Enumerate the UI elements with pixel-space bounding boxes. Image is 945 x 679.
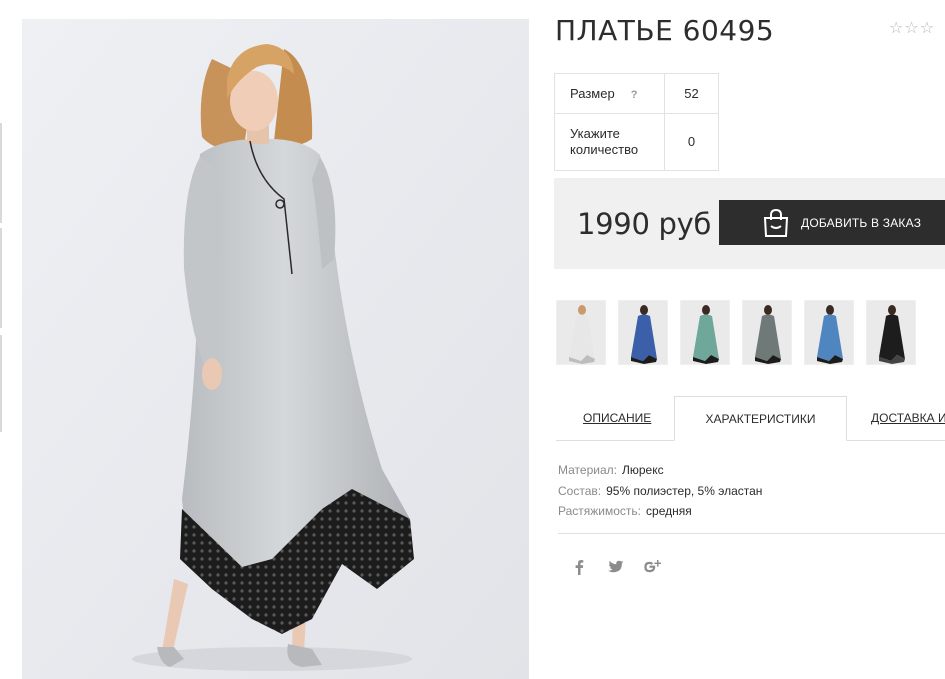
thumbnail-image [693, 305, 719, 364]
left-edge-mark [0, 335, 2, 432]
spec-key: Материал: [558, 463, 617, 477]
tab-description[interactable]: ОПИСАНИЕ [583, 396, 651, 441]
add-to-order-label: ДОБАВИТЬ В ЗАКАЗ [801, 215, 922, 230]
quantity-cell[interactable] [664, 113, 719, 171]
thumbnail-image [879, 305, 905, 364]
size-help-icon[interactable]: ? [631, 89, 638, 101]
product-title: ПЛАТЬЕ 60495 [555, 14, 775, 47]
price-bar: 1990 руб ДОБАВИТЬ В ЗАКАЗ [554, 178, 945, 269]
spec-row: Материал: Люрекс [558, 460, 762, 481]
thumbnail[interactable] [556, 300, 606, 365]
twitter-icon[interactable] [605, 556, 627, 578]
spec-value: средняя [646, 504, 692, 518]
facebook-icon[interactable] [568, 556, 590, 578]
star-icon[interactable]: ☆ [920, 20, 934, 38]
size-label: Размер [570, 86, 615, 101]
size-label-cell: Размер? [554, 73, 665, 114]
thumbnail-image [631, 305, 657, 364]
quantity-label: Укажите количество [554, 113, 665, 171]
product-tabs: ОПИСАНИЕ ХАРАКТЕРИСТИКИ ДОСТАВКА И [556, 396, 945, 441]
product-options-table: Размер? 52 Укажите количество [554, 73, 719, 171]
star-icon[interactable]: ☆ [889, 20, 903, 38]
thumbnail[interactable] [866, 300, 916, 365]
add-to-order-button[interactable]: ДОБАВИТЬ В ЗАКАЗ [719, 200, 945, 245]
rating-stars[interactable]: ☆ ☆ ☆ [889, 20, 934, 38]
tab-delivery[interactable]: ДОСТАВКА И [871, 396, 945, 441]
thumbnail[interactable] [742, 300, 792, 365]
spec-row: Растяжимость: средняя [558, 501, 762, 522]
shopping-bag-icon [763, 208, 789, 237]
quantity-input[interactable] [671, 134, 712, 149]
star-icon[interactable]: ☆ [904, 20, 918, 38]
left-edge-mark [0, 123, 2, 223]
thumbnail-image [755, 305, 781, 364]
spec-value: Люрекс [621, 463, 664, 477]
left-edge-mark [0, 228, 2, 328]
thumbnail-image [569, 305, 595, 364]
size-value[interactable]: 52 [664, 73, 719, 114]
social-share [568, 556, 679, 578]
google-plus-icon[interactable] [642, 556, 664, 578]
thumbnail-image [817, 305, 843, 364]
tab-characteristics[interactable]: ХАРАКТЕРИСТИКИ [674, 396, 847, 441]
section-divider [558, 533, 945, 534]
spec-row: Состав: 95% полиэстер, 5% эластан [558, 481, 762, 502]
characteristics-list: Материал: Люрекс Состав: 95% полиэстер, 5%… [558, 460, 762, 522]
spec-key: Состав: [558, 483, 602, 498]
product-price: 1990 руб [577, 207, 712, 241]
facebook-glyph [575, 560, 584, 575]
main-product-photo[interactable] [22, 19, 529, 679]
thumbnail[interactable] [618, 300, 668, 365]
spec-value: 95% полиэстер, 5% эластан [606, 483, 763, 498]
google-plus-glyph [644, 560, 661, 573]
dress-photo-illustration [22, 19, 529, 679]
spec-key: Растяжимость: [558, 504, 642, 518]
thumbnail[interactable] [680, 300, 730, 365]
twitter-glyph [608, 560, 624, 573]
thumbnail[interactable] [804, 300, 854, 365]
